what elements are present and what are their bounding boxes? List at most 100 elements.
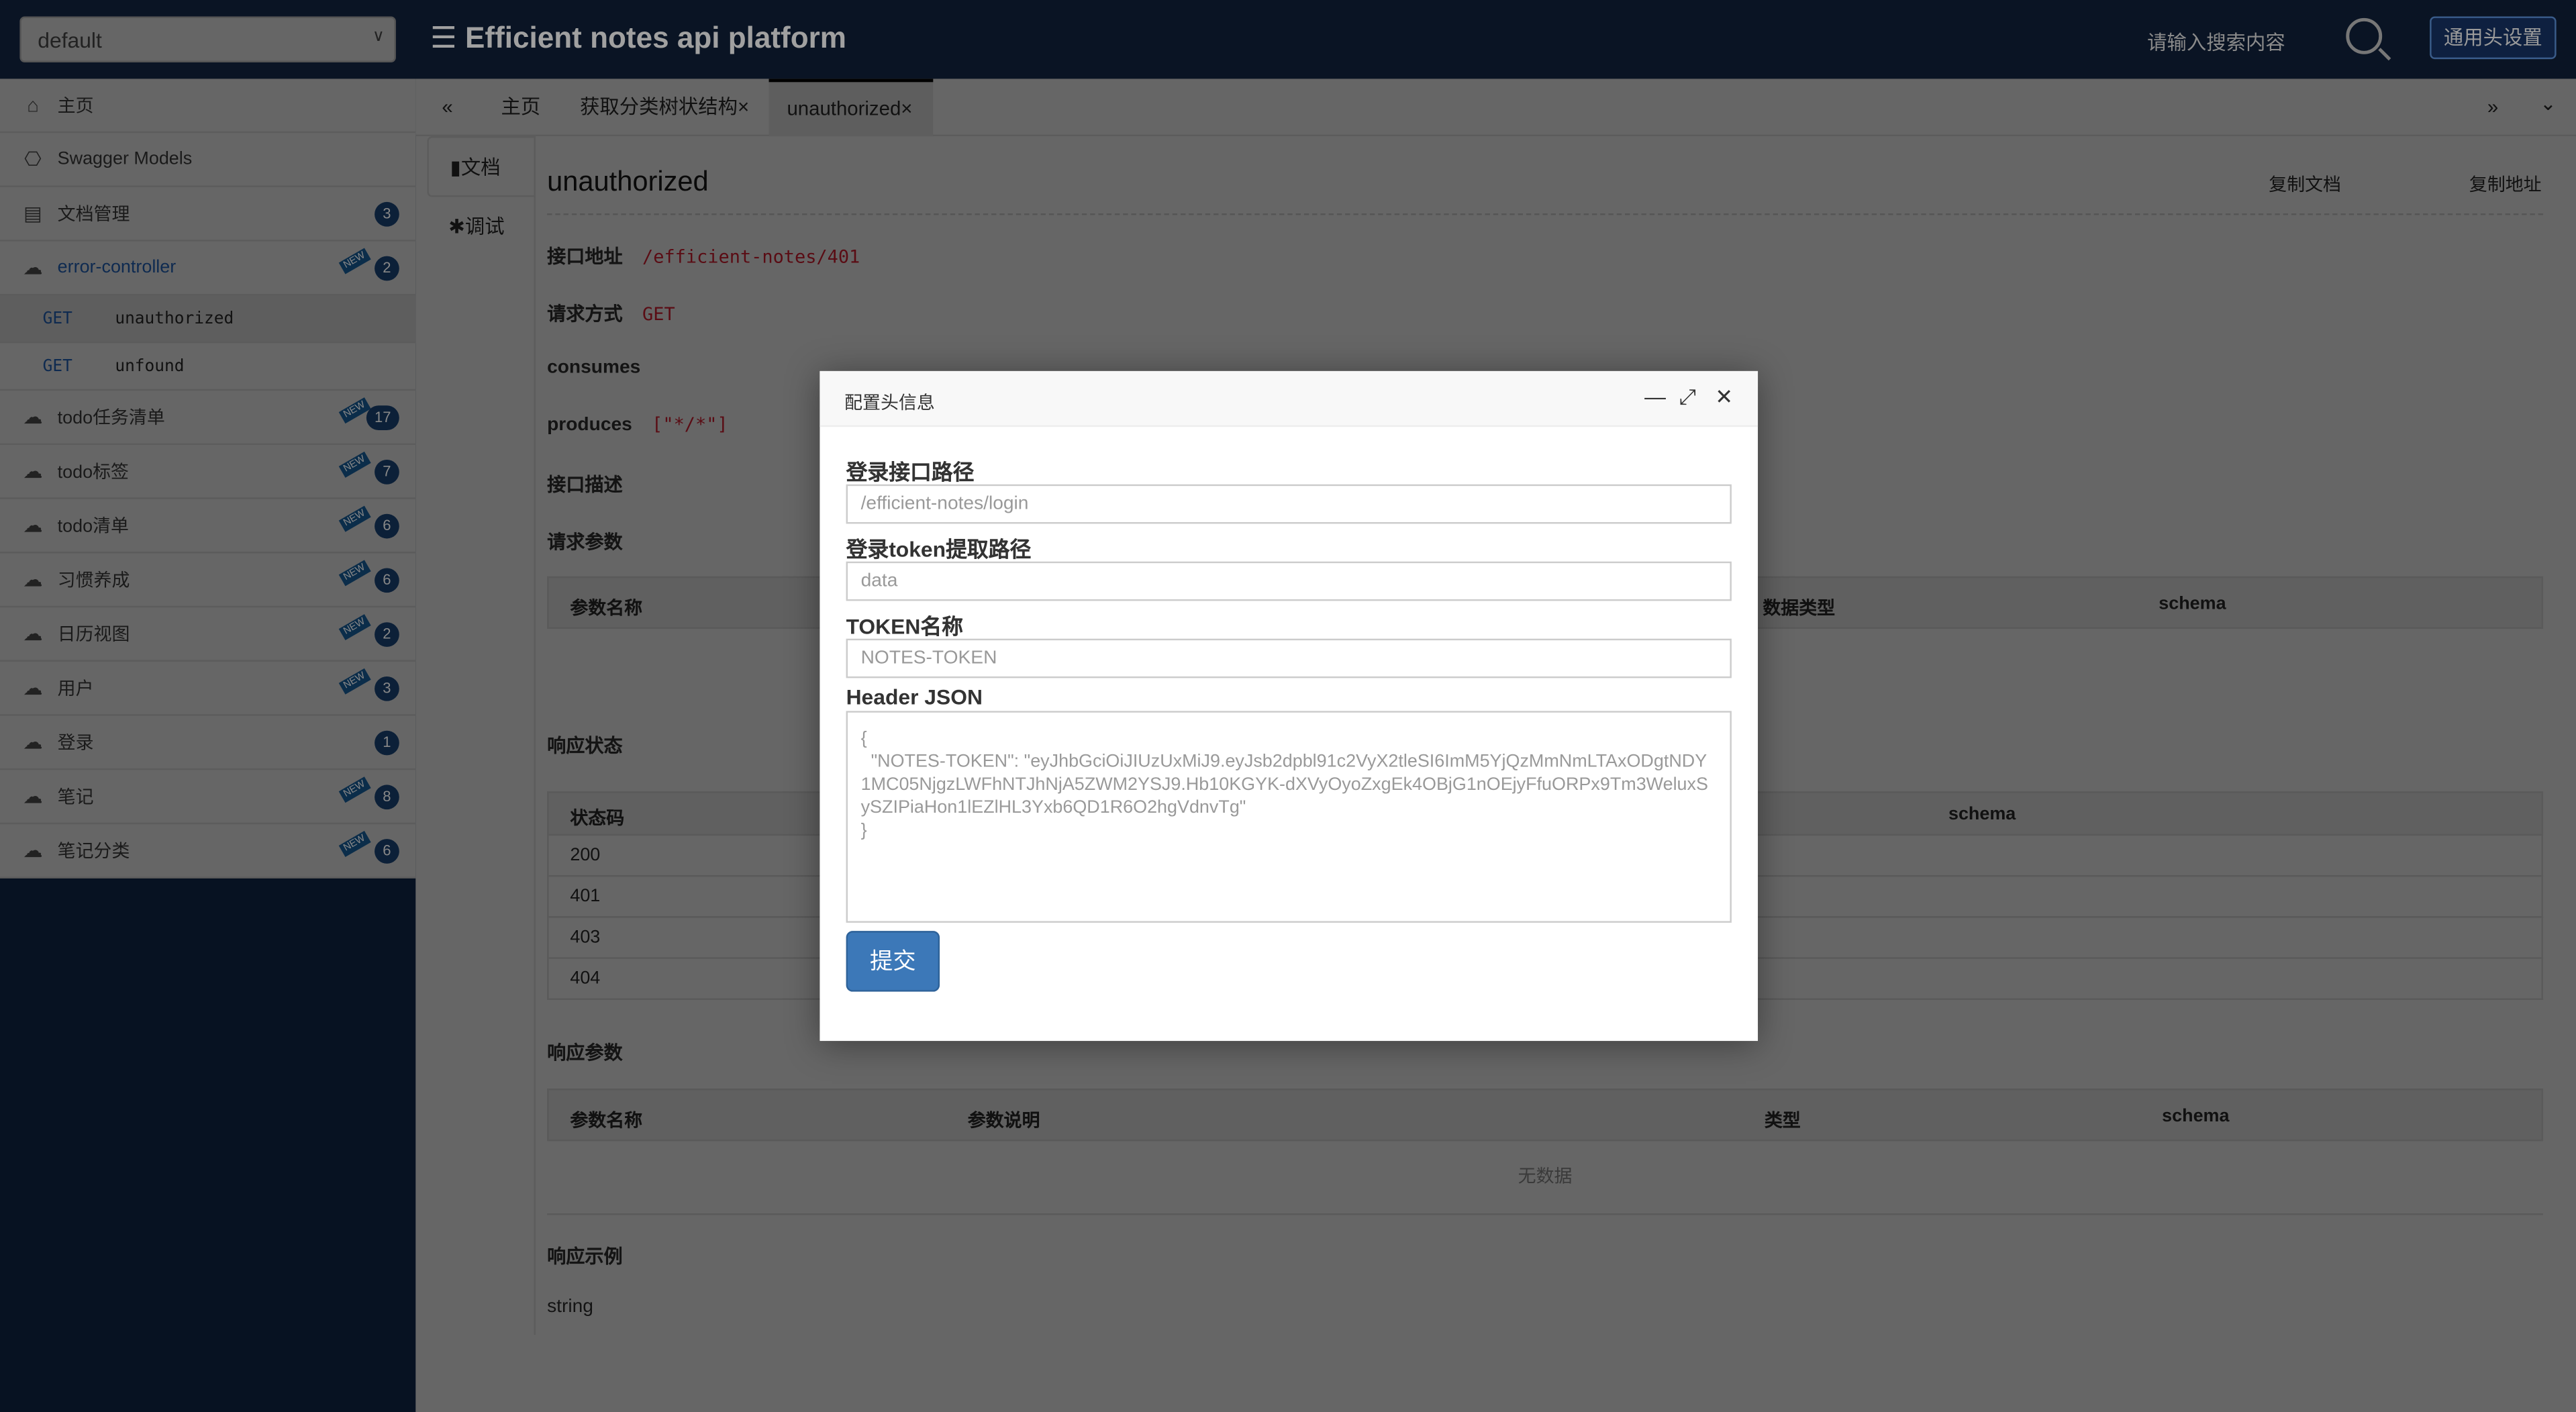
tab-category-tree[interactable]: 获取分类树状结构× — [580, 79, 749, 136]
submit-button[interactable]: 提交 — [846, 931, 940, 992]
tab-debug-label: 调试 — [464, 215, 505, 238]
count-badge: 2 — [375, 256, 399, 281]
col-header: 参数说明 — [967, 1111, 1040, 1131]
header-config-modal: 配置头信息 — ⤢ ✕ 登录接口路径 /efficient-notes/logi… — [820, 370, 1758, 1042]
tab-menu-button[interactable]: ⌄ — [2540, 79, 2557, 136]
home-icon: ⌂ — [27, 93, 39, 117]
token-name-label: TOKEN名称 — [846, 613, 964, 639]
sidebar-item[interactable]: ☁ 用户 NEW 3 — [0, 662, 416, 716]
scroll-tabs-right-button[interactable]: » — [2487, 79, 2498, 136]
sidebar-item[interactable]: ☁ 日历视图 NEW 2 — [0, 607, 416, 662]
new-tag: NEW — [338, 560, 371, 587]
count-badge: 6 — [375, 513, 399, 539]
sidebar-subitem[interactable]: GET unauthorized — [0, 295, 416, 344]
tab-unauthorized[interactable]: unauthorized× — [769, 79, 934, 137]
header-json-textarea[interactable]: { "NOTES-TOKEN": "eyJhbGciOiJIUzUxMiJ9.e… — [846, 711, 1732, 923]
method-label: GET — [42, 309, 72, 328]
divider — [547, 213, 2544, 215]
count-badge: 7 — [375, 460, 399, 485]
method-value: GET — [642, 303, 675, 325]
group-select[interactable]: default ∨ — [19, 16, 396, 62]
new-tag: NEW — [338, 505, 371, 532]
count-badge: 3 — [375, 676, 399, 701]
api-cloud-icon: ☁ — [23, 405, 43, 429]
sidebar-subitem[interactable]: GET unfound — [0, 343, 416, 391]
col-header: 类型 — [1764, 1111, 1801, 1131]
sidebar-item-label: todo任务清单 — [57, 409, 165, 429]
sidebar-item-label: 用户 — [57, 679, 94, 700]
path-label: unauthorized — [115, 309, 234, 328]
sidebar-item[interactable]: ☁ 笔记 NEW 8 — [0, 770, 416, 825]
table-header: 参数名称 参数说明 类型 schema — [547, 1089, 2544, 1142]
new-tag: NEW — [338, 831, 371, 857]
copy-url-button[interactable]: 复制地址 — [2469, 170, 2542, 197]
count-badge: 3 — [375, 201, 399, 227]
search-input[interactable]: 请输入搜索内容 — [2147, 28, 2285, 56]
sidebar-item-label: todo标签 — [57, 462, 129, 483]
status-label: 响应状态 — [547, 737, 623, 757]
consumes-label: consumes — [547, 358, 641, 378]
col-header: schema — [2162, 1106, 2230, 1127]
tab-doc[interactable]: ▮文档 — [427, 136, 534, 197]
count-badge: 6 — [375, 839, 399, 864]
sidebar-item-label: todo清单 — [57, 517, 129, 538]
modal-header: 配置头信息 — ⤢ ✕ — [820, 370, 1758, 427]
produces-label: produces — [547, 415, 632, 436]
example-label: 响应示例 — [547, 1248, 623, 1268]
sidebar-item[interactable]: ⌂ 主页 — [0, 79, 416, 134]
top-header: default ∨ ☰ Efficient notes api platform … — [0, 0, 2576, 79]
url-label: 接口地址 — [547, 248, 623, 268]
modal-title: 配置头信息 — [844, 394, 935, 414]
sidebar-item[interactable]: ⎔ Swagger Models — [0, 133, 416, 187]
count-badge: 17 — [366, 405, 399, 430]
resp-params-table: 参数名称 参数说明 类型 schema 无数据 — [547, 1089, 2544, 1215]
sidebar-item[interactable]: ☁ 登录 1 — [0, 716, 416, 770]
group-value: default — [38, 28, 102, 53]
sidebar-item[interactable]: ☁ todo标签 NEW 7 — [0, 445, 416, 499]
minimize-icon[interactable]: — — [1644, 384, 1666, 409]
sidebar-item[interactable]: ☁ 笔记分类 NEW 6 — [0, 824, 416, 878]
sidebar-item-label: 笔记分类 — [57, 842, 130, 862]
sidebar-item[interactable]: ☁ todo任务清单 NEW 17 — [0, 391, 416, 446]
sidebar-item[interactable]: ☁ todo清单 NEW 6 — [0, 499, 416, 554]
login-path-input[interactable]: /efficient-notes/login — [846, 484, 1732, 524]
sidebar-item-label: 登录 — [57, 734, 94, 754]
new-tag: NEW — [338, 451, 371, 478]
params-label: 请求参数 — [547, 534, 623, 554]
tab-doc-label: 文档 — [460, 156, 501, 179]
count-badge: 8 — [375, 785, 399, 810]
api-cloud-icon: ☁ — [23, 513, 43, 538]
maximize-icon[interactable]: ⤢ — [1679, 384, 1696, 410]
collapse-tabs-button[interactable]: « — [442, 79, 452, 136]
doc-side-tabs: ▮文档 ✱调试 — [427, 136, 536, 1335]
token-name-input[interactable]: NOTES-TOKEN — [846, 638, 1732, 678]
path-label: unfound — [115, 357, 185, 376]
api-cloud-icon: ☁ — [23, 622, 43, 646]
api-cloud-icon: ☁ — [23, 460, 43, 483]
models-icon: ⎔ — [24, 148, 42, 171]
produces-value: ["*/*"] — [652, 413, 728, 436]
new-tag: NEW — [338, 776, 371, 803]
header-settings-button[interactable]: 通用头设置 — [2430, 16, 2557, 60]
method-label: GET — [42, 357, 72, 376]
col-header: 参数名称 — [570, 599, 643, 619]
header-json-label: Header JSON — [846, 685, 983, 709]
status-code: 401 — [570, 887, 601, 907]
close-icon[interactable]: ✕ — [1715, 384, 1733, 410]
no-data: 无数据 — [547, 1141, 2544, 1215]
copy-doc-button[interactable]: 复制文档 — [2269, 170, 2341, 197]
status-code: 403 — [570, 927, 601, 948]
method-label: 请求方式 — [547, 305, 623, 325]
sidebar-item[interactable]: ☁ error-controller NEW 2 — [0, 242, 416, 296]
resp-params-label: 响应参数 — [547, 1044, 623, 1064]
tab-debug[interactable]: ✱调试 — [427, 197, 534, 258]
new-tag: NEW — [338, 668, 371, 695]
token-path-input[interactable]: data — [846, 561, 1732, 601]
col-header: schema — [1948, 804, 2016, 825]
tab-home[interactable]: 主页 — [501, 79, 541, 136]
col-header: 数据类型 — [1763, 599, 1836, 619]
sidebar-item[interactable]: ☁ 习惯养成 NEW 6 — [0, 553, 416, 608]
sidebar-item[interactable]: ▤ 文档管理 3 — [0, 187, 416, 242]
search-icon[interactable] — [2346, 17, 2383, 54]
api-cloud-icon: ☁ — [23, 785, 43, 808]
